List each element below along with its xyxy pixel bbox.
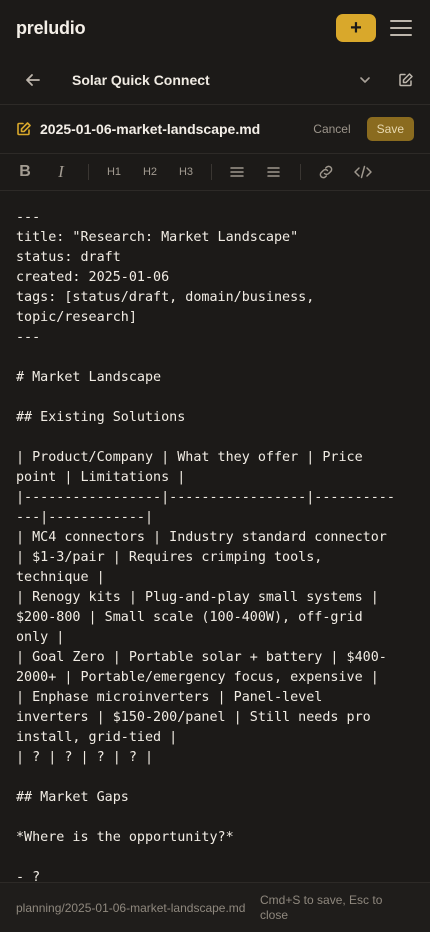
file-name: 2025-01-06-market-landscape.md xyxy=(40,121,261,137)
toolbar-divider xyxy=(88,164,89,180)
editor-line: $200-800 | Small scale (100-400W), off-g… xyxy=(16,610,363,625)
h2-button[interactable]: H2 xyxy=(137,160,163,184)
hamburger-menu-icon[interactable] xyxy=(390,20,412,36)
status-bar: planning/2025-01-06-market-landscape.md … xyxy=(0,882,430,932)
editor-line: --- xyxy=(16,330,41,345)
project-bar: Solar Quick Connect xyxy=(0,56,430,104)
numbered-list-icon[interactable] xyxy=(264,160,282,184)
keyboard-hint: Cmd+S to save, Esc to close xyxy=(260,892,383,922)
editor-line: | $1-3/pair | Requires crimping tools, xyxy=(16,550,323,565)
editor-line: | MC4 connectors | Industry standard con… xyxy=(16,530,387,545)
code-icon[interactable] xyxy=(353,160,373,184)
editor-line: --- xyxy=(16,210,41,225)
file-path: planning/2025-01-06-market-landscape.md xyxy=(16,900,246,915)
italic-button[interactable]: I xyxy=(52,160,70,184)
back-arrow-icon[interactable] xyxy=(24,71,42,89)
app-title: preludio xyxy=(16,17,86,38)
editor-line: |-----------------|-----------------|---… xyxy=(16,490,395,505)
top-actions: + xyxy=(336,14,414,42)
project-title[interactable]: Solar Quick Connect xyxy=(72,72,358,88)
editor-line: 2000+ | Portable/emergency focus, expens… xyxy=(16,670,379,685)
pencil-edit-icon xyxy=(17,122,31,136)
editor-line: created: 2025-01-06 xyxy=(16,270,170,285)
edit-project-icon[interactable] xyxy=(398,72,414,88)
top-bar: preludio + xyxy=(0,0,430,56)
cancel-button[interactable]: Cancel xyxy=(313,122,350,136)
editor-line: status: draft xyxy=(16,250,121,265)
editor-line: point | Limitations | xyxy=(16,470,186,485)
editor-line: | Product/Company | What they offer | Pr… xyxy=(16,450,363,465)
format-toolbar: B I H1 H2 H3 xyxy=(0,154,430,191)
editor-line: only | xyxy=(16,630,65,645)
chevron-down-icon[interactable] xyxy=(358,73,372,87)
toolbar-divider xyxy=(211,164,212,180)
editor-line: topic/research] xyxy=(16,310,137,325)
bullet-list-icon[interactable] xyxy=(228,160,246,184)
toolbar-divider xyxy=(300,164,301,180)
editor-line: tags: [status/draft, domain/business, xyxy=(16,290,315,305)
editor-line: title: "Research: Market Landscape" xyxy=(16,230,299,245)
editor-line: | Goal Zero | Portable solar + battery |… xyxy=(16,650,387,665)
editor-line: - ? xyxy=(16,870,41,882)
save-button[interactable]: Save xyxy=(366,117,414,141)
editor-line: technique | xyxy=(16,570,105,585)
editor-line: | Enphase microinverters | Panel-level xyxy=(16,690,323,705)
editor-line: ---|------------| xyxy=(16,510,154,525)
editor-line: install, grid-tied | xyxy=(16,730,178,745)
link-icon[interactable] xyxy=(317,160,335,184)
editor-line: ## Existing Solutions xyxy=(16,410,186,425)
add-button[interactable]: + xyxy=(336,14,376,42)
file-header: 2025-01-06-market-landscape.md Cancel Sa… xyxy=(0,104,430,154)
editor-line: *Where is the opportunity?* xyxy=(16,830,234,845)
editor-line: inverters | $150-200/panel | Still needs… xyxy=(16,710,371,725)
editor-line: ## Market Gaps xyxy=(16,790,129,805)
h1-button[interactable]: H1 xyxy=(101,160,127,184)
editor-line: | ? | ? | ? | ? | xyxy=(16,750,154,765)
editor-line: | Renogy kits | Plug-and-play small syst… xyxy=(16,590,379,605)
h3-button[interactable]: H3 xyxy=(173,160,199,184)
bold-button[interactable]: B xyxy=(16,160,34,184)
markdown-editor[interactable]: --- title: "Research: Market Landscape" … xyxy=(0,192,430,882)
editor-line: # Market Landscape xyxy=(16,370,162,385)
